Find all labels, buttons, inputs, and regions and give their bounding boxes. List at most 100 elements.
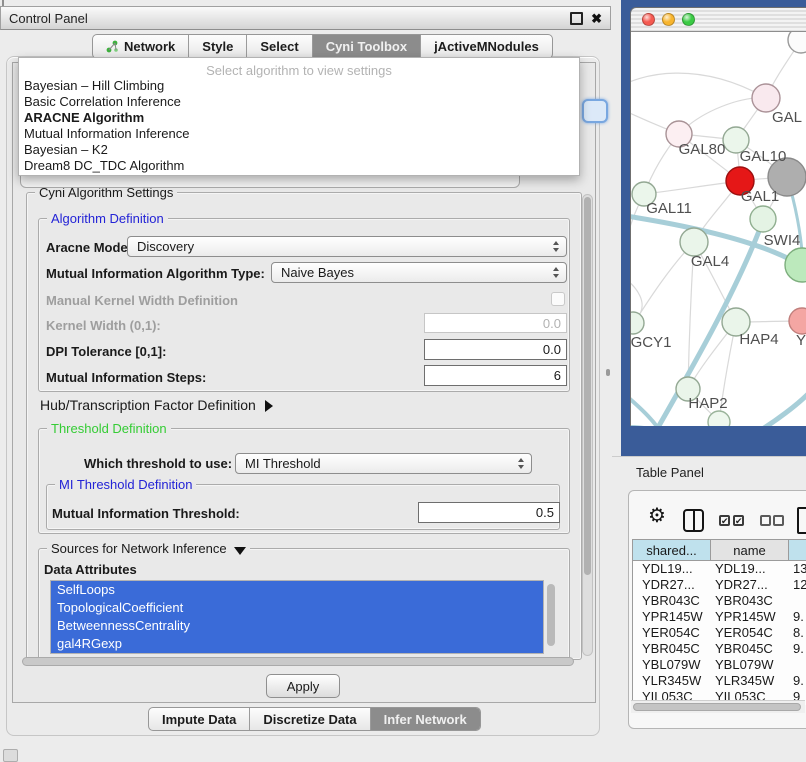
panel-splitter-handle[interactable] [606,369,610,376]
cell: 12 [789,577,806,593]
tab-select[interactable]: Select [247,35,312,58]
network-edge[interactable] [756,393,806,426]
network-node-label: GAL1 [741,188,779,205]
network-node-label: GAL [772,109,802,126]
table-row[interactable]: YBL079WYBL079W [633,657,806,673]
attribute-item-betweennesscentrality[interactable]: BetweennessCentrality [51,617,543,635]
algorithm-option-basic-correlation-inference[interactable]: Basic Correlation Inference [19,94,579,110]
aracne-mode-value: Discovery [137,239,194,254]
kernel-width-field[interactable]: 0.0 [424,313,567,333]
dpi-tolerance-field[interactable]: 0.0 [424,339,567,360]
column-header-shared[interactable]: shared... [633,540,711,560]
scrollbar-thumb[interactable] [584,197,591,575]
settings-horizontal-scrollbar[interactable] [22,657,574,666]
manual-kernel-checkbox[interactable] [551,292,565,306]
network-svg[interactable]: GALGAL80GAL10GAL1GAL11SWI4GAL4GCY1HAP4YH… [631,32,806,426]
apply-button[interactable]: Apply [266,674,340,698]
manual-kernel-label: Manual Kernel Width Definition [46,293,238,309]
gear-icon[interactable]: ⚙ [648,505,666,527]
column-header-name[interactable]: name [711,540,789,560]
mi-threshold-definition-title: MI Threshold Definition [55,477,196,492]
checked-checkbox-icon[interactable] [719,515,730,526]
unchecked-checkbox-icon[interactable] [773,515,784,526]
screen: Control Panel ✖ NetworkStyleSelectCyni T… [0,0,806,762]
network-canvas[interactable]: GALGAL80GAL10GAL1GAL11SWI4GAL4GCY1HAP4YH… [631,32,806,426]
algorithm-option-aracne-algorithm[interactable]: ARACNE Algorithm [19,110,579,126]
network-node-y[interactable] [789,308,806,334]
minimized-panel-icon[interactable] [3,749,18,762]
table-row[interactable]: YBR045CYBR045C9. [633,641,806,657]
close-icon[interactable]: ✖ [591,14,602,23]
cell: YLR345W [633,673,711,689]
hub-definition-toggle[interactable]: Hub/Transcription Factor Definition [40,397,273,413]
mi-threshold-label: Mutual Information Threshold: [52,506,240,522]
cell: 9. [789,673,806,689]
tab-jactivemnodules[interactable]: jActiveMNodules [421,35,552,58]
mi-steps-field[interactable]: 6 [424,365,567,386]
sheet-icon[interactable] [797,507,806,534]
network-edge[interactable] [634,242,694,323]
float-window-icon[interactable] [570,12,583,25]
cell: YLR345W [711,673,789,689]
cell [789,593,806,609]
algorithm-option-bayesian-k2[interactable]: Bayesian – K2 [19,142,579,158]
sources-title[interactable]: Sources for Network Inference [47,541,250,556]
column-header-a[interactable]: A [789,540,806,560]
settings-vertical-scrollbar[interactable] [582,194,593,656]
cell: YBL079W [633,657,711,673]
network-node-label: HAP4 [739,331,778,348]
data-attributes-list[interactable]: SelfLoopsTopologicalCoefficientBetweenne… [50,580,544,654]
network-node[interactable] [708,411,730,426]
tab-infer-network[interactable]: Infer Network [371,708,480,730]
network-node[interactable] [788,32,806,53]
tab-cyni-toolbox[interactable]: Cyni Toolbox [313,35,421,58]
tab-style[interactable]: Style [189,35,247,58]
focused-combo-fragment[interactable] [582,99,608,123]
cell: YDR27... [633,577,711,593]
which-threshold-combo[interactable]: MI Threshold [235,453,532,474]
attribute-item-topologicalcoefficient[interactable]: TopologicalCoefficient [51,599,543,617]
network-node-gcy1[interactable] [631,312,644,334]
tab-network[interactable]: Network [93,35,189,58]
table-horizontal-scrollbar[interactable] [631,700,805,713]
table-row[interactable]: YDR27...YDR27...12 [633,577,806,593]
algorithm-option-bayesian-hill-climbing[interactable]: Bayesian – Hill Climbing [19,78,579,94]
node-table: shared...nameA YDL19...YDL19...13YDR27..… [632,539,806,705]
split-columns-icon[interactable] [683,509,704,532]
table-row[interactable]: YLR345WYLR345W9. [633,673,806,689]
network-node-swi4[interactable] [785,248,806,282]
algorithm-option-mutual-information-inference[interactable]: Mutual Information Inference [19,126,579,142]
table-row[interactable]: YER054CYER054C8. [633,625,806,641]
tab-label: Discretize Data [263,712,356,727]
close-traffic-light-icon[interactable] [642,13,655,26]
attribute-item-gal4rgexp[interactable]: gal4RGexp [51,635,543,653]
aracne-mode-combo[interactable]: Discovery [127,236,567,257]
unchecked-checkbox-icon[interactable] [760,515,771,526]
scrollbar-thumb[interactable] [633,703,801,711]
table-row[interactable]: YPR145WYPR145W9. [633,609,806,625]
attribute-item-selfloops[interactable]: SelfLoops [51,581,543,599]
network-edge[interactable] [631,73,766,98]
tab-impute-data[interactable]: Impute Data [149,708,250,730]
network-node-gal[interactable] [752,84,780,112]
table-panel-title: Table Panel [636,465,704,480]
cell: 8. [789,625,806,641]
minimize-traffic-light-icon[interactable] [662,13,675,26]
control-panel-title: Control Panel [9,11,88,26]
zoom-traffic-light-icon[interactable] [682,13,695,26]
table-row[interactable]: YBR043CYBR043C [633,593,806,609]
cell: YBL079W [711,657,789,673]
mi-algorithm-type-combo[interactable]: Naive Bayes [271,262,567,283]
network-node[interactable] [750,206,776,232]
checked-checkbox-icon[interactable] [733,515,744,526]
stepper-icon [553,267,559,278]
cell: YBR045C [633,641,711,657]
tab-label: Impute Data [162,712,236,727]
mi-threshold-field[interactable]: 0.5 [418,502,560,523]
tab-discretize-data[interactable]: Discretize Data [250,708,370,730]
algorithm-option-dream8-dc-tdc-algorithm[interactable]: Dream8 DC_TDC Algorithm [19,158,579,174]
network-node-gal4[interactable] [680,228,708,256]
attributes-scrollbar[interactable] [547,584,555,646]
table-row[interactable]: YDL19...YDL19...13 [633,561,806,577]
network-node-label: SWI4 [764,232,801,249]
